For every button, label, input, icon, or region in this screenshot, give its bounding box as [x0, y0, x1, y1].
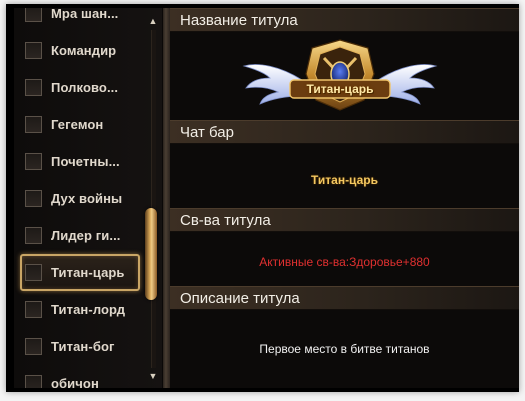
- checkbox[interactable]: [25, 338, 42, 355]
- checkbox[interactable]: [25, 79, 42, 96]
- section-title: Название титула: [180, 12, 298, 29]
- list-item[interactable]: Мра шан...: [20, 8, 142, 32]
- checkbox[interactable]: [25, 301, 42, 318]
- scrollbar-track[interactable]: [151, 30, 156, 368]
- emblem-graphic: [242, 39, 438, 111]
- description-text: Первое место в битве титанов: [259, 342, 430, 356]
- scroll-down-icon[interactable]: ▼: [148, 371, 158, 381]
- list-item[interactable]: Командир: [20, 32, 142, 69]
- list-item[interactable]: Гегемон: [20, 106, 142, 143]
- checkbox[interactable]: [25, 116, 42, 133]
- scrollbar-thumb[interactable]: [145, 208, 157, 300]
- title-window: Мра шан... Командир Полково... Гегемон П…: [14, 8, 519, 388]
- checkbox[interactable]: [25, 227, 42, 244]
- list-item-label: Титан-бог: [51, 339, 115, 354]
- list-item[interactable]: Почетны...: [20, 143, 142, 180]
- list-item[interactable]: Титан-лорд: [20, 291, 142, 328]
- title-details-panel: Название титула Титан-царь Чат бар Титан…: [170, 8, 519, 388]
- checkbox[interactable]: [25, 264, 42, 281]
- section-header-description: Описание титула: [170, 286, 519, 310]
- list-item-label: Командир: [51, 43, 117, 58]
- scroll-up-icon[interactable]: ▲: [148, 16, 158, 26]
- attribute-text: Активные св-ва:Здоровье+880: [259, 255, 430, 269]
- list-item-label: Почетны...: [51, 154, 120, 169]
- list-item-label: обичон: [51, 376, 99, 388]
- section-title: Описание титула: [180, 290, 300, 307]
- list-item-selected[interactable]: Титан-царь: [20, 254, 140, 291]
- emblem-title: Титан-царь: [306, 82, 374, 96]
- section-header-attributes: Св-ва титула: [170, 208, 519, 232]
- list-item[interactable]: обичон: [20, 365, 142, 388]
- checkbox[interactable]: [25, 42, 42, 59]
- checkbox[interactable]: [25, 8, 42, 22]
- list-item-label: Полково...: [51, 80, 119, 95]
- list-item[interactable]: Лидер ги...: [20, 217, 142, 254]
- list-item[interactable]: Дух войны: [20, 180, 142, 217]
- list-item-label: Титан-лорд: [51, 302, 126, 317]
- section-title: Чат бар: [180, 124, 234, 141]
- section-title: Св-ва титула: [180, 212, 271, 229]
- list-item-label: Гегемон: [51, 117, 104, 132]
- title-list-inner: Мра шан... Командир Полково... Гегемон П…: [14, 8, 162, 388]
- title-list[interactable]: Мра шан... Командир Полково... Гегемон П…: [14, 8, 162, 388]
- list-item-label: Титан-царь: [51, 265, 125, 280]
- checkbox[interactable]: [25, 153, 42, 170]
- list-item-label: Лидер ги...: [51, 228, 121, 243]
- chat-title-preview: Титан-царь: [311, 173, 378, 187]
- list-item-label: Мра шан...: [51, 8, 119, 21]
- checkbox[interactable]: [25, 190, 42, 207]
- panel-divider: [163, 8, 170, 388]
- section-header-name: Название титула: [170, 8, 519, 32]
- list-item[interactable]: Титан-бог: [20, 328, 142, 365]
- list-item-label: Дух войны: [51, 191, 123, 206]
- winged-crest-icon: Титан-царь: [240, 36, 440, 114]
- list-item[interactable]: Полково...: [20, 69, 142, 106]
- section-header-chat: Чат бар: [170, 120, 519, 144]
- checkbox[interactable]: [25, 375, 42, 388]
